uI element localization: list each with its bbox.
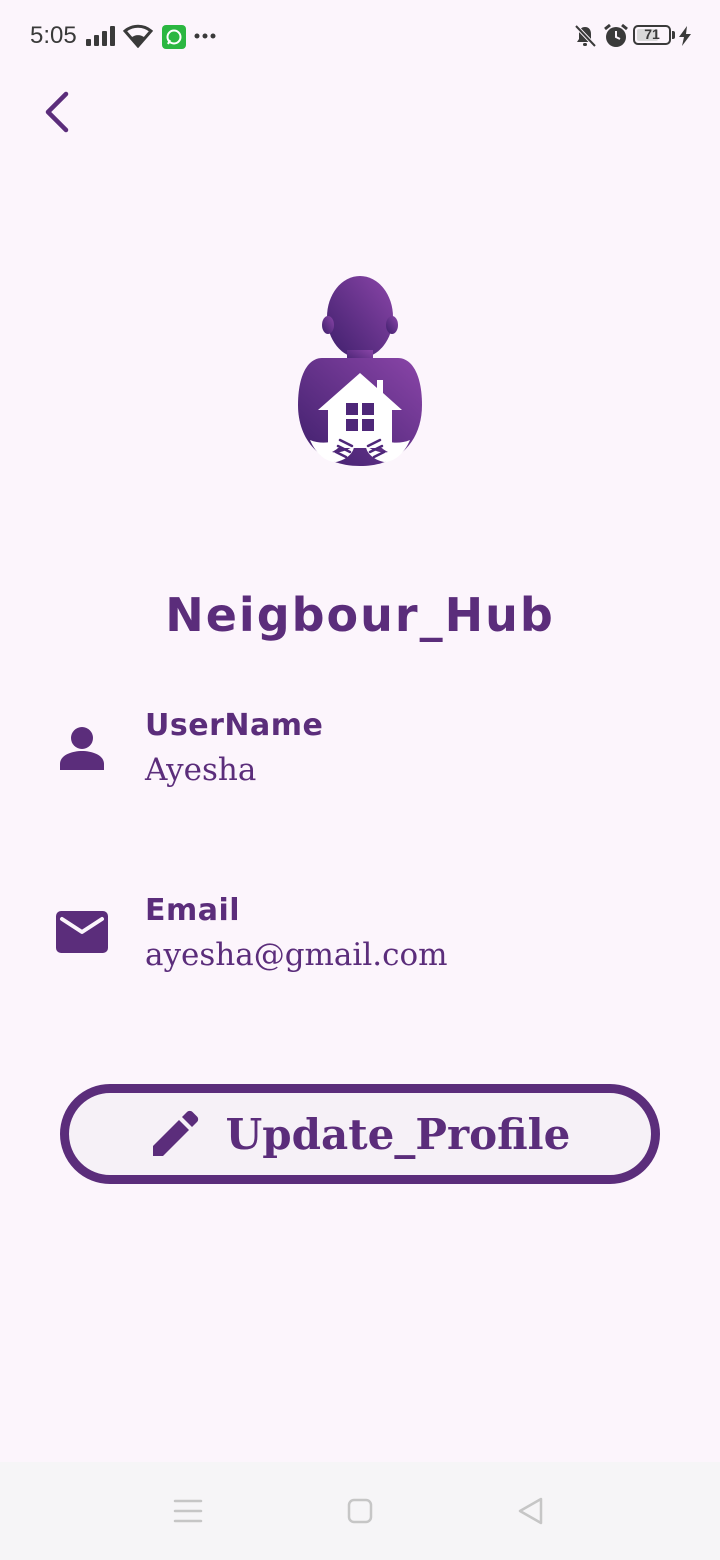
chevron-left-icon xyxy=(45,91,69,133)
whatsapp-icon xyxy=(162,25,186,49)
username-value: Ayesha xyxy=(145,752,257,788)
wifi-icon xyxy=(123,24,153,48)
status-time: 5:05 xyxy=(30,22,77,49)
alarm-icon xyxy=(604,23,628,47)
back-triangle-icon[interactable] xyxy=(507,1486,557,1536)
update-profile-content: Update_Profile xyxy=(69,1093,651,1175)
signal-icon xyxy=(86,26,115,46)
username-label: UserName xyxy=(145,708,324,743)
email-value: ayesha@gmail.com xyxy=(145,937,448,973)
pencil-icon xyxy=(152,1110,198,1156)
battery-icon: 71 xyxy=(633,25,671,45)
home-square-icon[interactable] xyxy=(335,1486,385,1536)
mute-icon xyxy=(574,24,597,48)
update-profile-label: Update_Profile xyxy=(225,1109,571,1159)
charging-icon xyxy=(679,26,691,46)
mail-icon xyxy=(56,911,108,953)
back-button[interactable] xyxy=(32,84,88,140)
email-label: Email xyxy=(145,893,241,928)
more-icon xyxy=(194,33,216,39)
person-icon xyxy=(60,727,104,770)
menu-icon[interactable] xyxy=(163,1486,213,1536)
battery-percent: 71 xyxy=(644,26,660,42)
email-row: Email ayesha@gmail.com xyxy=(0,885,720,995)
app-title: Neigbour_Hub xyxy=(165,588,555,642)
update-profile-button[interactable]: Update_Profile xyxy=(60,1084,660,1184)
username-row: UserName Ayesha xyxy=(0,700,720,810)
battery-cap xyxy=(672,31,675,39)
neighbour-hub-logo xyxy=(298,276,422,466)
status-bar: 5:05 71 xyxy=(0,0,720,72)
system-nav-bar xyxy=(0,1462,720,1560)
